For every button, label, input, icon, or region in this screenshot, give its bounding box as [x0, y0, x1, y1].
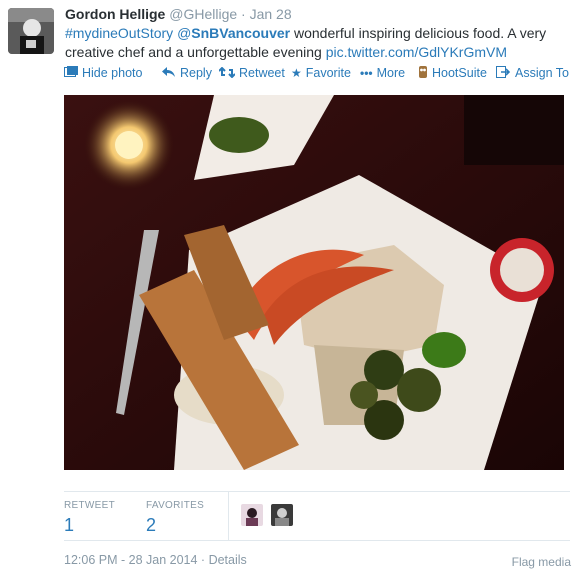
retweet-stat-label: RETWEET [64, 500, 115, 511]
assign-to-label: Assign To [515, 66, 569, 80]
retweet-label: Retweet [239, 66, 285, 80]
retweet-count: 1 [64, 515, 75, 535]
hide-photo-button[interactable]: Hide photo [64, 66, 142, 80]
favorites-stat[interactable]: FAVORITES 2 [146, 500, 204, 536]
more-label: More [376, 66, 406, 80]
favorites-count: 2 [146, 515, 157, 535]
favoriter-avatar[interactable] [241, 504, 263, 526]
mention-name: SnBVancouver [191, 25, 291, 41]
tweet-text: #mydineOutStory @SnBVancouver wonderful … [65, 24, 565, 62]
details-link[interactable]: Details [209, 553, 247, 567]
tweet-timestamp: 12:06 PM - 28 Jan 2014 [64, 553, 198, 567]
star-icon: ★ [291, 66, 302, 80]
favorites-stat-label: FAVORITES [146, 500, 205, 511]
flag-media-link[interactable]: Flag media [512, 555, 571, 569]
tweet-header: Gordon Hellige @GHellige · Jan 28 [65, 4, 292, 24]
hootsuite-owl-icon [418, 66, 428, 80]
hootsuite-label: HootSuite [432, 66, 487, 80]
favorite-label: Favorite [305, 66, 351, 80]
favorite-button[interactable]: ★ Favorite [291, 66, 351, 80]
more-button[interactable]: ••• More [360, 66, 405, 80]
tweet-actions: Hide photo Reply Retweet ★ Favorite ••• … [64, 66, 576, 84]
assign-icon [496, 66, 511, 80]
reply-button[interactable]: Reply [162, 66, 212, 80]
reply-icon [162, 66, 176, 80]
avatar[interactable] [8, 8, 54, 54]
stats-divider [228, 492, 229, 540]
favoriter-avatar[interactable] [271, 504, 293, 526]
hashtag-link[interactable]: #mydineOutStory [65, 25, 173, 41]
user-handle[interactable]: @GHellige [169, 6, 237, 22]
user-name[interactable]: Gordon Hellige [65, 6, 165, 22]
retweet-stat[interactable]: RETWEET 1 [64, 500, 115, 536]
photo-icon [64, 66, 78, 80]
hide-photo-label: Hide photo [82, 66, 143, 80]
mention-link[interactable]: @SnBVancouver [177, 25, 290, 41]
footer-separator: · [200, 553, 206, 567]
more-dots-icon: ••• [360, 66, 373, 80]
tweet-footer: 12:06 PM - 28 Jan 2014 · Details [64, 553, 247, 567]
date-separator: · [241, 6, 246, 22]
hootsuite-button[interactable]: HootSuite [418, 66, 487, 80]
tweet-stats: RETWEET 1 FAVORITES 2 [64, 491, 570, 541]
photo-link[interactable]: pic.twitter.com/GdlYKrGmVM [326, 44, 507, 60]
tweet-photo[interactable] [64, 95, 564, 470]
reply-label: Reply [180, 66, 212, 80]
tweet-date[interactable]: Jan 28 [250, 6, 292, 22]
retweet-icon [218, 66, 236, 80]
retweet-button[interactable]: Retweet [218, 66, 285, 80]
assign-to-button[interactable]: Assign To [496, 66, 569, 80]
